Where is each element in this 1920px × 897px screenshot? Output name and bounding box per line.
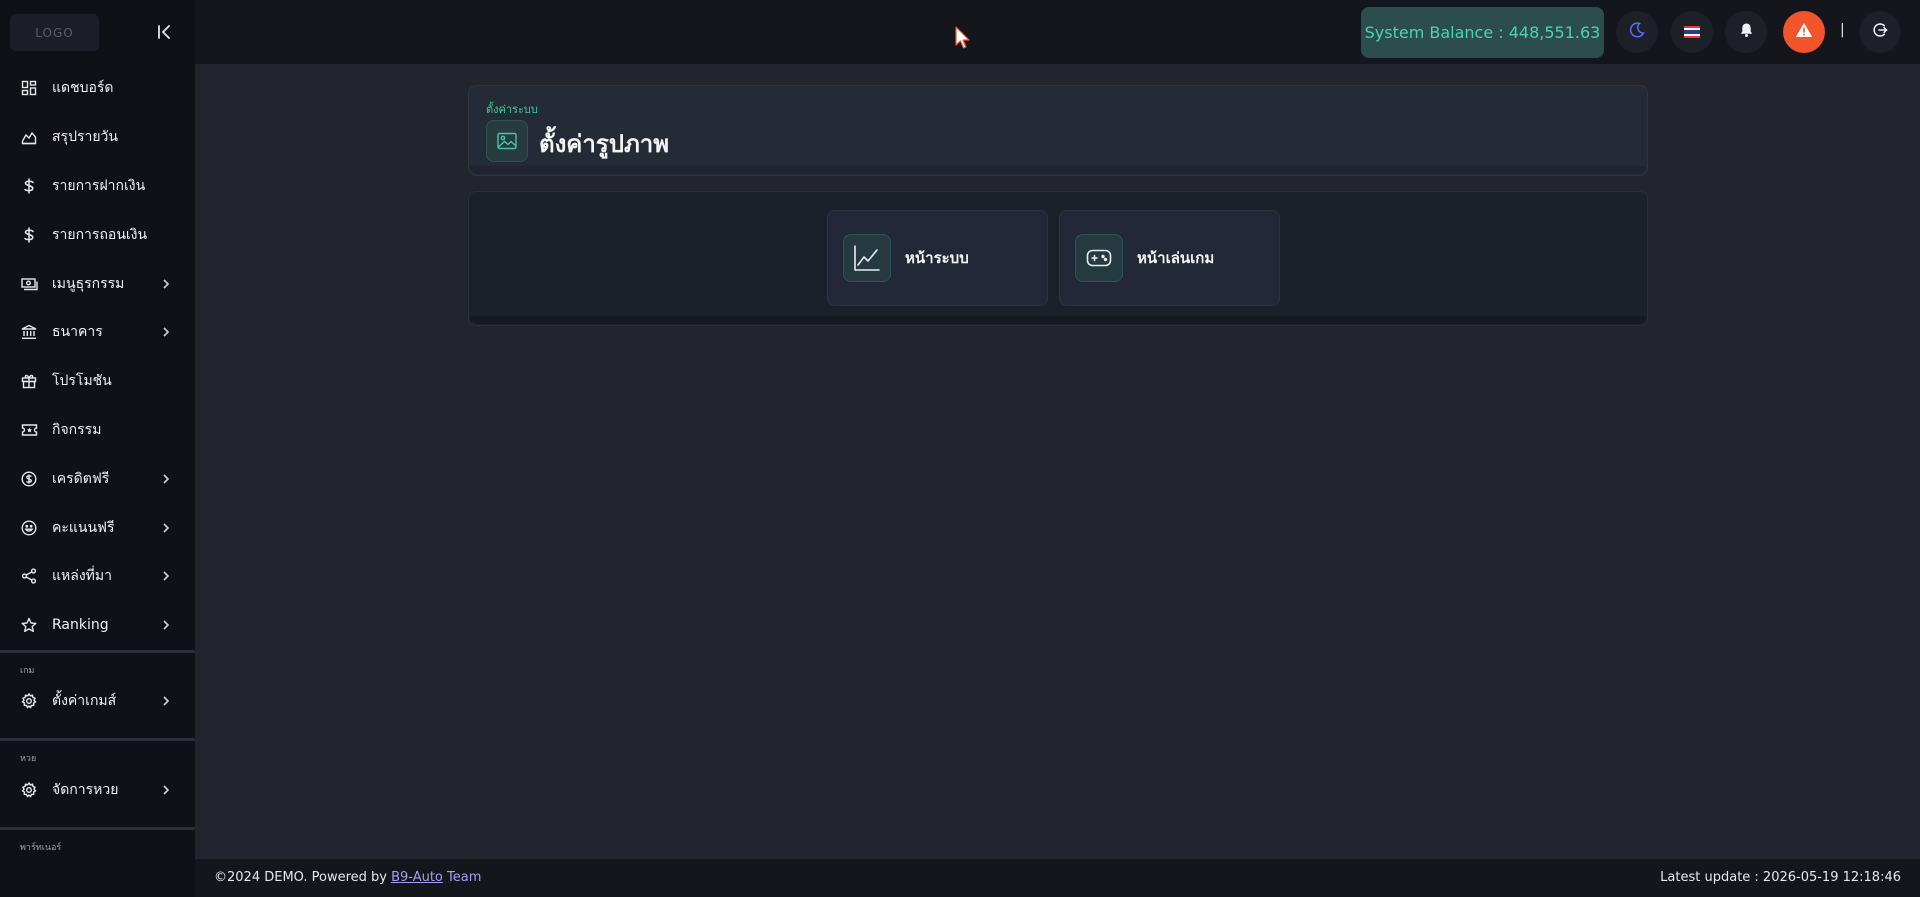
footer: ©2024 DEMO. Powered by B9-Auto Team Late… bbox=[195, 859, 1920, 897]
section-title-games: เกม bbox=[20, 665, 35, 676]
sidebar-item-bank[interactable]: ธนาคาร bbox=[0, 308, 195, 357]
sidebar-item-transactions[interactable]: เมนูธุรกรรม bbox=[0, 259, 195, 308]
sidebar-item-free-credit[interactable]: เครดิตฟรี bbox=[0, 454, 195, 503]
sidebar-item-label: เครดิตฟรี bbox=[52, 470, 110, 487]
sidebar-item-label: เมนูธุรกรรม bbox=[52, 275, 125, 292]
latest-update: Latest update : 2026-05-19 12:18:46 bbox=[1660, 870, 1901, 885]
tile-label: หน้าระบบ bbox=[905, 249, 969, 267]
area-chart-icon bbox=[20, 128, 38, 146]
sidebar-item-game-settings[interactable]: ตั้งค่าเกมส์ bbox=[0, 677, 195, 726]
alert-button[interactable] bbox=[1783, 11, 1825, 53]
sidebar-item-label: คะแนนฟรี bbox=[52, 519, 115, 536]
sidebar-menu-games: ตั้งค่าเกมส์ bbox=[0, 677, 195, 726]
dashboard-icon bbox=[20, 79, 38, 97]
chevron-right-icon bbox=[160, 278, 172, 290]
tile-system-page[interactable]: หน้าระบบ bbox=[827, 210, 1048, 306]
sidebar-item-deposits[interactable]: รายการฝากเงิน bbox=[0, 162, 195, 211]
sidebar-item-label: รายการฝากเงิน bbox=[52, 177, 146, 194]
topbar: System Balance : 448,551.63 | bbox=[195, 0, 1920, 64]
footer-credits: ©2024 DEMO. Powered by B9-Auto Team bbox=[214, 870, 481, 885]
tile-label: หน้าเล่นเกม bbox=[1137, 249, 1215, 267]
settings-tiles-card: หน้าระบบ หน้าเล่นเกม bbox=[468, 191, 1648, 326]
section-title-lottery: หวย bbox=[20, 754, 37, 765]
sidebar-item-withdrawals[interactable]: รายการถอนเงิน bbox=[0, 210, 195, 259]
bank-icon bbox=[20, 323, 38, 341]
theme-toggle-button[interactable] bbox=[1616, 11, 1658, 53]
coin-icon bbox=[20, 470, 38, 488]
logo: LOGO bbox=[10, 14, 99, 51]
warning-icon bbox=[1795, 22, 1813, 42]
sidebar-item-label: จัดการหวย bbox=[52, 781, 119, 798]
dollar-icon bbox=[20, 226, 38, 244]
chevron-right-icon bbox=[160, 695, 172, 707]
sidebar-item-label: แดชบอร์ด bbox=[52, 80, 114, 97]
gamepad-icon bbox=[1075, 234, 1123, 282]
sidebar-menu: แดชบอร์ด สรุปรายวัน รายการฝากเงิน รายการ… bbox=[0, 64, 195, 650]
mouse-cursor-icon bbox=[955, 26, 970, 49]
sidebar-item-label: สรุปรายวัน bbox=[52, 129, 118, 146]
language-button[interactable] bbox=[1671, 11, 1713, 53]
card-shadow bbox=[470, 166, 1646, 174]
logo-row: LOGO bbox=[0, 0, 195, 64]
chevron-right-icon bbox=[160, 784, 172, 796]
cash-icon bbox=[20, 275, 38, 293]
notification-button[interactable] bbox=[1725, 11, 1767, 53]
star-icon bbox=[20, 616, 38, 634]
chevron-right-icon bbox=[160, 619, 172, 631]
sidebar-item-label: ธนาคาร bbox=[52, 324, 103, 341]
moon-icon bbox=[1629, 22, 1645, 42]
sidebar-item-activities[interactable]: กิจกรรม bbox=[0, 406, 195, 455]
sidebar-item-daily-summary[interactable]: สรุปรายวัน bbox=[0, 113, 195, 162]
sidebar-item-label: แหล่งที่มา bbox=[52, 568, 112, 585]
card-shadow bbox=[470, 316, 1646, 324]
system-balance-badge: System Balance : 448,551.63 bbox=[1361, 7, 1604, 58]
footer-team: Team bbox=[442, 870, 482, 885]
sidebar-item-label: รายการถอนเงิน bbox=[52, 226, 148, 243]
powered-by-link[interactable]: B9-Auto bbox=[391, 870, 443, 885]
sidebar-item-label: Ranking bbox=[52, 617, 109, 634]
sidebar-menu-lottery: จัดการหวย bbox=[0, 765, 195, 814]
section-title-partner: พาร์ทเนอร์ bbox=[20, 843, 62, 854]
tile-game-page[interactable]: หน้าเล่นเกม bbox=[1059, 210, 1280, 306]
sidebar-item-label: ตั้งค่าเกมส์ bbox=[52, 692, 117, 709]
thai-flag-icon bbox=[1684, 23, 1700, 42]
collapse-sidebar-icon[interactable] bbox=[155, 22, 175, 42]
chevron-right-icon bbox=[160, 522, 172, 534]
sidebar-item-label: กิจกรรม bbox=[52, 421, 102, 438]
bell-icon bbox=[1739, 22, 1754, 42]
chevron-right-icon bbox=[160, 326, 172, 338]
gear-icon bbox=[20, 692, 38, 710]
sidebar-item-dashboard[interactable]: แดชบอร์ด bbox=[0, 64, 195, 113]
sidebar-item-sources[interactable]: แหล่งที่มา bbox=[0, 552, 195, 601]
line-chart-icon bbox=[843, 234, 891, 282]
logout-icon bbox=[1872, 22, 1888, 42]
sidebar-item-promotion[interactable]: โปรโมชัน bbox=[0, 357, 195, 406]
smile-icon bbox=[20, 519, 38, 537]
share-icon bbox=[20, 567, 38, 585]
image-icon bbox=[486, 120, 528, 162]
gear-icon bbox=[20, 781, 38, 799]
chevron-right-icon bbox=[160, 570, 172, 582]
sidebar-item-free-points[interactable]: คะแนนฟรี bbox=[0, 503, 195, 552]
chevron-right-icon bbox=[160, 473, 172, 485]
page-title: ตั้งค่ารูปภาพ bbox=[539, 130, 670, 158]
page-header-card: ตั้งค่าระบบ ตั้งค่ารูปภาพ bbox=[468, 85, 1648, 176]
sidebar-item-lottery-manage[interactable]: จัดการหวย bbox=[0, 765, 195, 814]
breadcrumb[interactable]: ตั้งค่าระบบ bbox=[486, 100, 538, 118]
footer-copyright: ©2024 DEMO. Powered by bbox=[214, 870, 392, 885]
logout-button[interactable] bbox=[1859, 11, 1901, 53]
sidebar-item-label: โปรโมชัน bbox=[52, 373, 112, 390]
dollar-icon bbox=[20, 177, 38, 195]
separator: | bbox=[1840, 22, 1845, 38]
gift-icon bbox=[20, 372, 38, 390]
ticket-icon bbox=[20, 421, 38, 439]
sidebar-item-ranking[interactable]: Ranking bbox=[0, 601, 195, 650]
main-content: ตั้งค่าระบบ ตั้งค่ารูปภาพ หน้าระบบ หน้าเ… bbox=[195, 64, 1920, 859]
sidebar: LOGO แดชบอร์ด สรุปรายวัน รายการฝากเงิน ร… bbox=[0, 0, 195, 897]
